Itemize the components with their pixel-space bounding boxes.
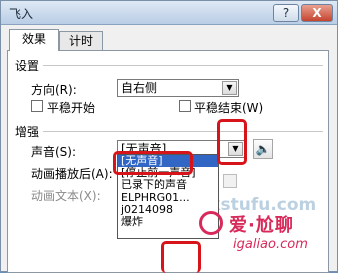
dropdown-option[interactable]: ELPHRG01...: [118, 192, 218, 204]
smooth-start-checkbox[interactable]: [31, 100, 43, 112]
help-button[interactable]: ?: [273, 4, 299, 22]
settings-divider: [43, 65, 323, 66]
tab-effect[interactable]: 效果: [9, 29, 59, 51]
watermark-logo: [199, 211, 223, 235]
direction-label: 方向(R):: [31, 83, 77, 97]
highlight-option-box: [113, 151, 193, 175]
close-button[interactable]: X: [301, 4, 333, 22]
window-title: 飞入: [9, 7, 34, 21]
direction-select[interactable]: 自右侧 ▼: [117, 79, 239, 97]
enhance-group-label: 增强: [15, 125, 40, 139]
watermark-text: 爱·尬聊: [229, 215, 294, 236]
watermark-url: igaliao.com: [233, 237, 308, 252]
highlight-bottom-box: [161, 241, 201, 273]
direction-value: 自右侧: [121, 81, 158, 95]
chevron-down-icon[interactable]: ▼: [222, 81, 237, 95]
smooth-end-checkbox[interactable]: [179, 100, 191, 112]
enhance-divider: [43, 131, 323, 132]
settings-group-label: 设置: [15, 59, 40, 73]
sound-label: 声音(S):: [31, 145, 77, 159]
tab-timing[interactable]: 计时: [59, 31, 103, 51]
effect-dialog: 飞入 ? X 效果 计时 设置 方向(R): 自右侧 ▼ 平稳开始 平稳结束(W…: [0, 0, 338, 273]
speaker-icon[interactable]: 🔈: [253, 139, 273, 159]
highlight-arrow-box: [217, 119, 247, 165]
after-animation-label: 动画播放后(A):: [31, 167, 113, 181]
smooth-start-label: 平稳开始: [47, 101, 96, 115]
dropdown-option[interactable]: 已录下的声音: [118, 179, 218, 191]
dropdown-scrollbar[interactable]: [223, 174, 237, 188]
smooth-end-label: 平稳结束(W): [194, 101, 264, 115]
animate-text-label: 动画文本(X):: [31, 189, 101, 203]
title-bar: 飞入 ? X: [1, 1, 337, 25]
